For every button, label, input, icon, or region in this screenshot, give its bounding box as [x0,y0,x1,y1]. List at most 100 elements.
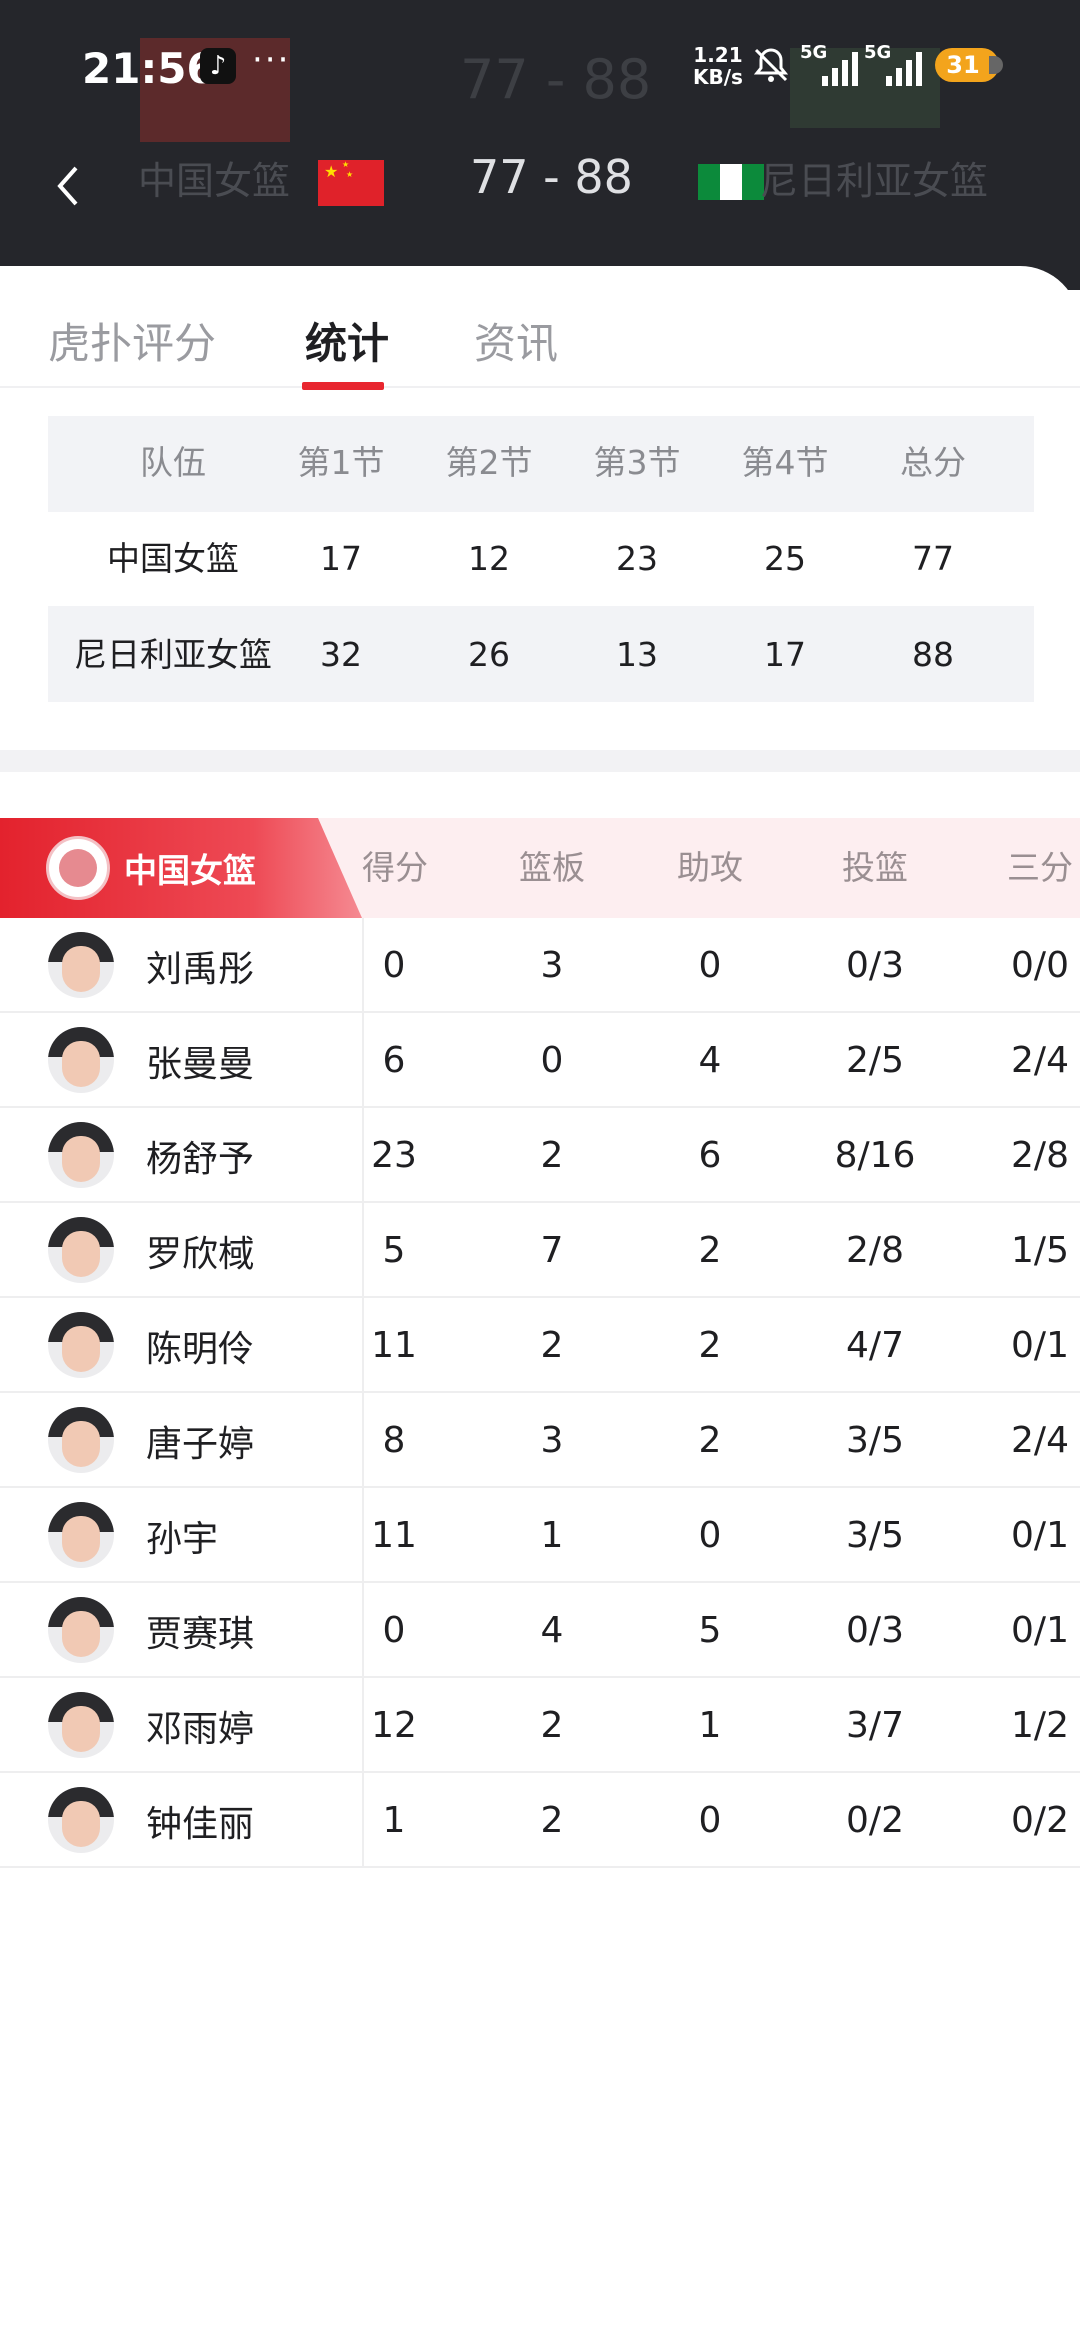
team-tab[interactable]: 中国女篮 [0,818,362,918]
player-name: 张曼曼 [146,1044,255,1085]
section-divider [0,750,1080,772]
table-row[interactable]: 唐子婷 8 3 2 3/5 2/4 [0,1393,1080,1488]
column-header: 总分 [900,443,966,482]
team-name-cell: 中国女篮 [107,539,239,578]
player-name: 邓雨婷 [146,1709,255,1750]
table-row[interactable]: 张曼曼 6 0 4 2/5 2/4 [0,1013,1080,1108]
player-name: 孙宇 [146,1519,219,1560]
signal-icon: 5G [864,42,926,88]
player-cell[interactable]: 贾赛琪 [0,1583,364,1678]
player-cell[interactable]: 刘禹彤 [0,918,364,1013]
score-cell: 25 [764,539,806,578]
stat-cell: 0/2 [846,1800,904,1841]
avatar [48,1692,114,1758]
stat-cell: 8 [382,1420,406,1461]
stat-cell: 2/4 [1011,1420,1069,1461]
column-header: 第1节 [297,443,385,482]
stat-cell: 4 [540,1610,564,1651]
stat-cell: 4/7 [846,1325,904,1366]
stat-cell: 3/5 [846,1420,904,1461]
stat-cell: 0 [540,1040,564,1081]
player-cell[interactable]: 邓雨婷 [0,1678,364,1773]
player-cell[interactable]: 孙宇 [0,1488,364,1583]
nigeria-flag-icon [698,164,764,200]
mute-icon [753,48,789,82]
table-row[interactable]: 贾赛琪 0 4 5 0/3 0/1 [0,1583,1080,1678]
stat-cell: 23 [371,1135,417,1176]
stat-cell: 5 [698,1610,722,1651]
battery-icon: 31 [935,48,1003,82]
team-tab-label: 中国女篮 [124,851,256,890]
tab-bar: 虎扑评分 统计 资讯 [0,296,1080,388]
stat-cell: 0/2 [1011,1800,1069,1841]
avatar [48,1312,114,1378]
stat-cell: 0 [698,1515,722,1556]
back-icon[interactable] [54,162,84,210]
match-header: 77 - 88 21:56 ♪ ··· 1.21 KB/s 5G 5G 31 中… [0,0,1080,290]
stat-cell: 2 [540,1705,564,1746]
table-row[interactable]: 邓雨婷 12 2 1 3/7 1/2 [0,1678,1080,1773]
stat-cell: 2 [540,1135,564,1176]
active-tab-indicator [302,382,384,390]
column-header: 队伍 [140,443,206,482]
table-row[interactable]: 刘禹彤 0 3 0 0/3 0/0 [0,918,1080,1013]
player-cell[interactable]: 张曼曼 [0,1013,364,1108]
avatar [48,932,114,998]
player-name: 刘禹彤 [146,949,255,990]
stat-cell: 2/4 [1011,1040,1069,1081]
table-header-row: 队伍 第1节 第2节 第3节 第4节 总分 [48,416,1034,510]
stat-cell: 1/2 [1011,1705,1069,1746]
signal-icon: 5G [800,42,862,88]
column-header: 篮板 [519,848,585,887]
avatar [48,1787,114,1853]
table-row[interactable]: 杨舒予 23 2 6 8/16 2/8 [0,1108,1080,1203]
score-cell: 88 [912,635,954,674]
stat-cell: 1/5 [1011,1230,1069,1271]
score-cell: 26 [468,635,510,674]
basketball-icon [46,836,110,900]
avatar [48,1407,114,1473]
stat-cell: 2/8 [1011,1135,1069,1176]
player-name: 陈明伶 [146,1329,255,1370]
stat-cell: 0 [382,1610,406,1651]
stat-cell: 11 [371,1515,417,1556]
stat-cell: 0/1 [1011,1515,1069,1556]
player-name: 钟佳丽 [146,1804,255,1845]
tab-news[interactable]: 资讯 [474,310,558,371]
table-row: 尼日利亚女篮 32 26 13 17 88 [48,608,1034,702]
player-cell[interactable]: 罗欣棫 [0,1203,364,1298]
tab-stats[interactable]: 统计 [305,310,389,371]
table-row[interactable]: 罗欣棫 5 7 2 2/8 1/5 [0,1203,1080,1298]
column-header: 第3节 [593,443,681,482]
score-cell: 77 [912,539,954,578]
table-row[interactable]: 钟佳丽 1 2 0 0/2 0/2 [0,1773,1080,1868]
player-cell[interactable]: 唐子婷 [0,1393,364,1488]
stat-cell: 6 [698,1135,722,1176]
score-cell: 17 [764,635,806,674]
tab-rating[interactable]: 虎扑评分 [48,310,216,371]
match-score: 77 - 88 [470,150,633,204]
avatar [48,1122,114,1188]
table-row[interactable]: 陈明伶 11 2 2 4/7 0/1 [0,1298,1080,1393]
stat-cell: 6 [382,1040,406,1081]
china-flag-icon: ★ ★ ★ [318,160,384,206]
home-indicator [0,2314,1080,2339]
stat-cell: 3/7 [846,1705,904,1746]
net-speed: 1.21 KB/s [693,44,743,88]
stat-cell: 1 [698,1705,722,1746]
status-bar: 77 - 88 21:56 ♪ ··· 1.21 KB/s 5G 5G 31 [0,30,1080,142]
stat-cell: 3/5 [846,1515,904,1556]
away-team-name: 尼日利亚女篮 [760,159,989,203]
player-cell[interactable]: 钟佳丽 [0,1773,364,1868]
player-name: 唐子婷 [146,1424,255,1465]
table-row[interactable]: 孙宇 11 1 0 3/5 0/1 [0,1488,1080,1583]
stat-cell: 8/16 [834,1135,916,1176]
score-cell: 32 [320,635,362,674]
player-cell[interactable]: 杨舒予 [0,1108,364,1203]
avatar [48,1502,114,1568]
quarter-score-table: 队伍 第1节 第2节 第3节 第4节 总分 中国女篮 17 12 23 25 7… [48,416,1034,702]
stats-sheet: 虎扑评分 统计 资讯 队伍 第1节 第2节 第3节 第4节 总分 中国女篮 17… [0,266,1080,2339]
column-header: 第2节 [445,443,533,482]
player-cell[interactable]: 陈明伶 [0,1298,364,1393]
stat-cell: 0/1 [1011,1610,1069,1651]
